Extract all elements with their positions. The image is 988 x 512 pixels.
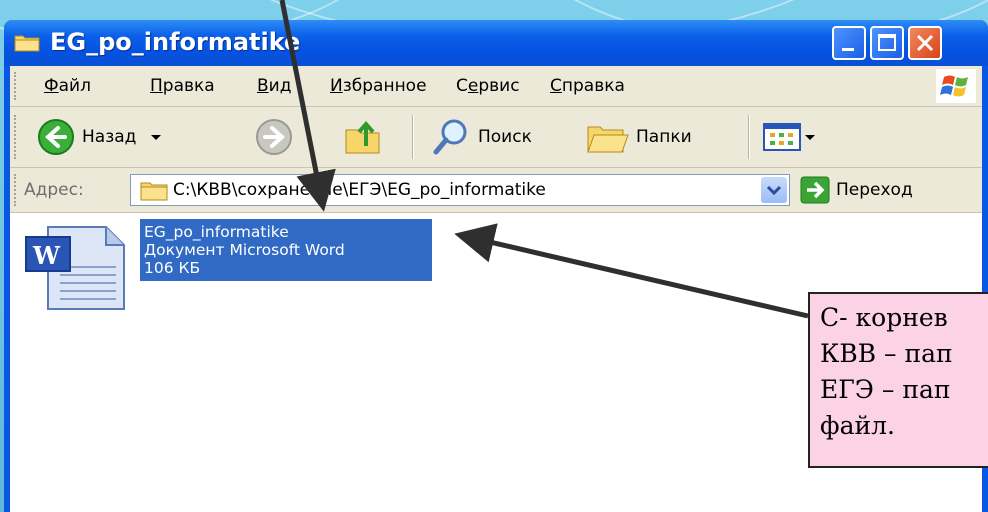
chevron-down-icon[interactable]	[802, 127, 818, 147]
up-button[interactable]	[342, 115, 384, 159]
address-value: C:\КВВ\сохранение\ЕГЭ\EG_po_informatike	[173, 180, 546, 200]
menu-tools[interactable]: Сервис	[456, 76, 520, 96]
menubar-grip[interactable]	[14, 72, 19, 100]
toolbar: Назад Поиск Папки	[10, 107, 982, 168]
menu-file[interactable]: Файл	[44, 76, 91, 96]
window-title: EG_po_informatike	[50, 28, 301, 56]
addressbar-grip[interactable]	[14, 174, 19, 206]
menu-favorites[interactable]: Избранное	[330, 76, 427, 96]
word-document-icon: W	[25, 226, 125, 310]
menu-bar: Файл Правка Вид Избранное Сервис Справка	[10, 66, 982, 107]
search-label: Поиск	[478, 127, 532, 147]
forward-arrow-icon	[256, 119, 292, 155]
toolbar-separator	[748, 115, 750, 159]
menu-accesskey: С	[550, 76, 562, 96]
address-input[interactable]: C:\КВВ\сохранение\ЕГЭ\EG_po_informatike	[130, 174, 790, 206]
menu-edit[interactable]: Правка	[150, 76, 215, 96]
title-bar[interactable]: EG_po_informatike	[4, 20, 988, 66]
chevron-down-icon	[766, 185, 782, 196]
menu-help[interactable]: Справка	[550, 76, 625, 96]
go-button[interactable]: Переход	[800, 176, 913, 204]
search-button[interactable]: Поиск	[430, 115, 532, 159]
menu-accesskey: Ф	[44, 76, 59, 96]
address-bar: Адрес: C:\КВВ\сохранение\ЕГЭ\EG_po_infor…	[10, 168, 982, 213]
folders-icon	[587, 126, 629, 153]
minimize-button[interactable]	[832, 26, 866, 60]
back-button[interactable]: Назад	[36, 115, 166, 159]
windows-logo-icon	[936, 69, 976, 103]
back-arrow-icon	[38, 119, 74, 155]
address-label: Адрес:	[24, 180, 84, 200]
back-label: Назад	[82, 127, 137, 147]
menu-accesskey: е	[467, 76, 479, 96]
address-dropdown-button[interactable]	[761, 177, 787, 203]
menu-view[interactable]: Вид	[257, 76, 291, 96]
callout-line: файл.	[820, 411, 895, 440]
menu-accesskey: В	[257, 76, 269, 96]
annotation-callout: C- корнев КВВ – пап ЕГЭ – пап файл.	[808, 292, 988, 468]
go-arrow-icon	[800, 176, 830, 204]
views-button[interactable]	[762, 115, 818, 159]
go-label: Переход	[836, 180, 913, 200]
file-size: 106 КБ	[144, 259, 201, 277]
file-type: Документ Microsoft Word	[144, 241, 345, 259]
forward-button[interactable]	[254, 115, 294, 159]
chevron-down-icon[interactable]	[146, 127, 166, 147]
up-folder-icon	[345, 120, 380, 154]
toolbar-separator	[412, 115, 414, 159]
search-icon	[433, 119, 467, 155]
folders-label: Папки	[636, 127, 692, 147]
file-label: EG_po_informatike Документ Microsoft Wor…	[140, 219, 432, 281]
callout-line: КВВ – пап	[820, 339, 953, 368]
views-icon	[763, 123, 801, 151]
file-name: EG_po_informatike	[144, 223, 289, 241]
folder-icon	[140, 182, 168, 201]
maximize-button[interactable]	[870, 26, 904, 60]
menu-accesskey: П	[150, 76, 163, 96]
folders-button[interactable]: Папки	[584, 115, 692, 159]
callout-line: C- корнев	[820, 303, 948, 332]
callout-line: ЕГЭ – пап	[820, 375, 951, 404]
toolbar-grip[interactable]	[14, 115, 19, 159]
menu-accesskey: И	[330, 76, 343, 96]
folder-icon	[14, 35, 40, 52]
svg-text:W: W	[32, 241, 61, 270]
close-button[interactable]	[908, 26, 942, 60]
